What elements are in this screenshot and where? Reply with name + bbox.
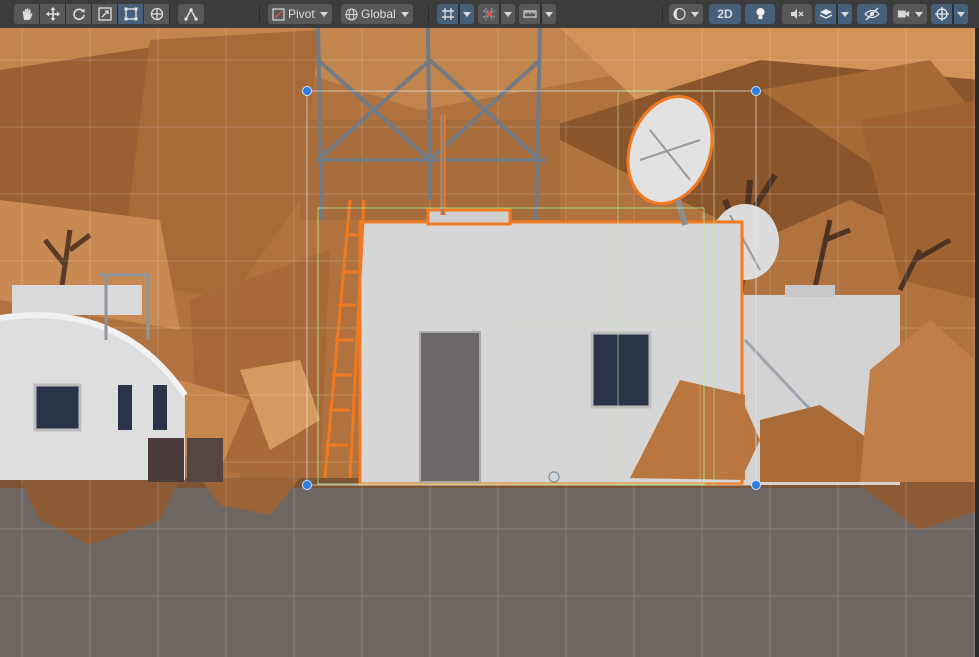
viewport-edge	[975, 28, 979, 657]
chevron-down-icon	[915, 11, 923, 17]
chevron-down-icon	[957, 11, 965, 17]
resize-handle-bottom-right[interactable]	[751, 480, 761, 490]
global-label: Global	[361, 7, 396, 21]
resize-handle-top-right[interactable]	[751, 86, 761, 96]
resize-handle-top-left[interactable]	[302, 86, 312, 96]
toolbar-separator	[428, 6, 429, 22]
transform-tool-button[interactable]	[144, 4, 170, 24]
chevron-down-icon	[463, 11, 471, 17]
grid-snap-icon	[441, 8, 454, 20]
increment-snap-icon	[482, 8, 495, 20]
lightbulb-icon	[756, 8, 764, 19]
gizmo-icon	[934, 7, 949, 21]
scale-icon	[97, 7, 112, 21]
scene-visibility-toggle[interactable]	[857, 4, 887, 24]
mode-2d-toggle[interactable]: 2D	[709, 4, 741, 24]
chevron-down-icon	[400, 11, 409, 17]
global-dropdown[interactable]: Global	[341, 4, 413, 24]
mode-2d-label: 2D	[717, 7, 733, 21]
rect-transform-icon	[124, 7, 137, 21]
scene-viewport[interactable]	[0, 28, 979, 657]
toolbar-separator	[259, 6, 260, 22]
chevron-down-icon	[504, 11, 512, 17]
eye-hidden-icon	[864, 7, 880, 21]
resize-handle-bottom-left[interactable]	[302, 480, 312, 490]
scene-view-render	[0, 28, 979, 657]
hand-icon	[22, 8, 32, 20]
chevron-down-icon	[691, 11, 699, 17]
chevron-down-icon	[841, 11, 849, 17]
camera-icon	[897, 10, 910, 18]
effects-layers-icon	[819, 9, 832, 19]
rect-tool-button[interactable]	[118, 4, 144, 24]
gizmos-dropdown[interactable]	[931, 4, 968, 24]
chevron-down-icon	[545, 11, 553, 17]
shading-mode-icon	[673, 7, 686, 21]
camera-dropdown[interactable]	[893, 4, 927, 24]
hand-tool-button[interactable]	[14, 4, 40, 24]
pivot-dropdown[interactable]: Pivot	[268, 4, 332, 24]
draw-mode-dropdown[interactable]	[669, 4, 703, 24]
scene-toolbar: Pivot Global 2D	[0, 0, 979, 29]
audio-mute-icon	[791, 9, 804, 19]
scale-tool-button[interactable]	[92, 4, 118, 24]
custom-tool-button[interactable]	[178, 4, 204, 24]
pivot-label: Pivot	[288, 7, 315, 21]
globe-icon	[345, 7, 358, 21]
increment-snapping-toggle[interactable]	[478, 4, 515, 24]
rotate-tool-button[interactable]	[66, 4, 92, 24]
effects-dropdown[interactable]	[815, 4, 852, 24]
toolbar-separator	[662, 6, 663, 22]
custom-tool-icon	[184, 8, 198, 21]
audio-toggle[interactable]	[782, 4, 812, 24]
align-tools-dropdown[interactable]	[519, 4, 556, 24]
grid-snapping-toggle[interactable]	[437, 4, 474, 24]
ruler-icon	[522, 10, 537, 18]
pivot-icon	[272, 7, 285, 21]
chevron-down-icon	[319, 11, 328, 17]
rotate-icon	[72, 8, 85, 21]
transform-tools-group	[14, 4, 204, 24]
transform-icon	[150, 7, 163, 21]
move-arrows-icon	[45, 7, 60, 21]
lighting-toggle[interactable]	[745, 4, 775, 24]
move-tool-button[interactable]	[40, 4, 66, 24]
